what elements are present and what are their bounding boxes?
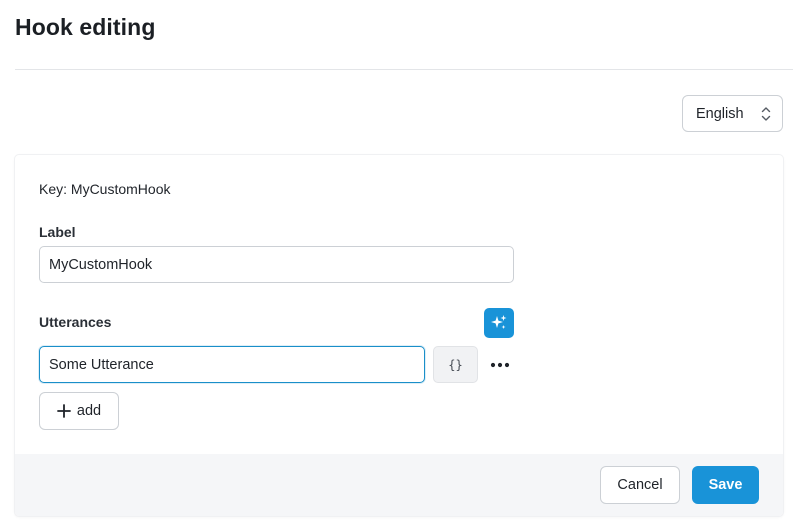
insert-variable-button[interactable]: {} <box>433 346 478 383</box>
label-field-label: Label <box>39 224 76 240</box>
utterance-input[interactable] <box>39 346 425 383</box>
plus-icon <box>56 404 71 418</box>
hook-edit-card: Key: MyCustomHook Label Utterances {} ad… <box>15 155 783 516</box>
language-select-value: English <box>696 105 744 122</box>
save-button[interactable]: Save <box>692 466 759 504</box>
page-title: Hook editing <box>15 14 156 40</box>
add-utterance-label: add <box>76 403 102 419</box>
add-utterance-button[interactable]: add <box>39 392 119 430</box>
cancel-button[interactable]: Cancel <box>600 466 680 504</box>
sparkles-icon <box>491 315 507 329</box>
utterances-label: Utterances <box>39 314 112 330</box>
utterance-more-button[interactable] <box>488 356 512 374</box>
label-input[interactable] <box>39 246 514 283</box>
hook-key: Key: MyCustomHook <box>39 181 171 197</box>
language-select[interactable]: English <box>682 95 783 132</box>
ai-generate-button[interactable] <box>484 308 514 338</box>
ellipsis-icon <box>490 362 510 368</box>
header-divider <box>15 69 793 70</box>
card-footer: Cancel Save <box>15 454 783 516</box>
chevron-up-down-icon <box>761 107 771 121</box>
